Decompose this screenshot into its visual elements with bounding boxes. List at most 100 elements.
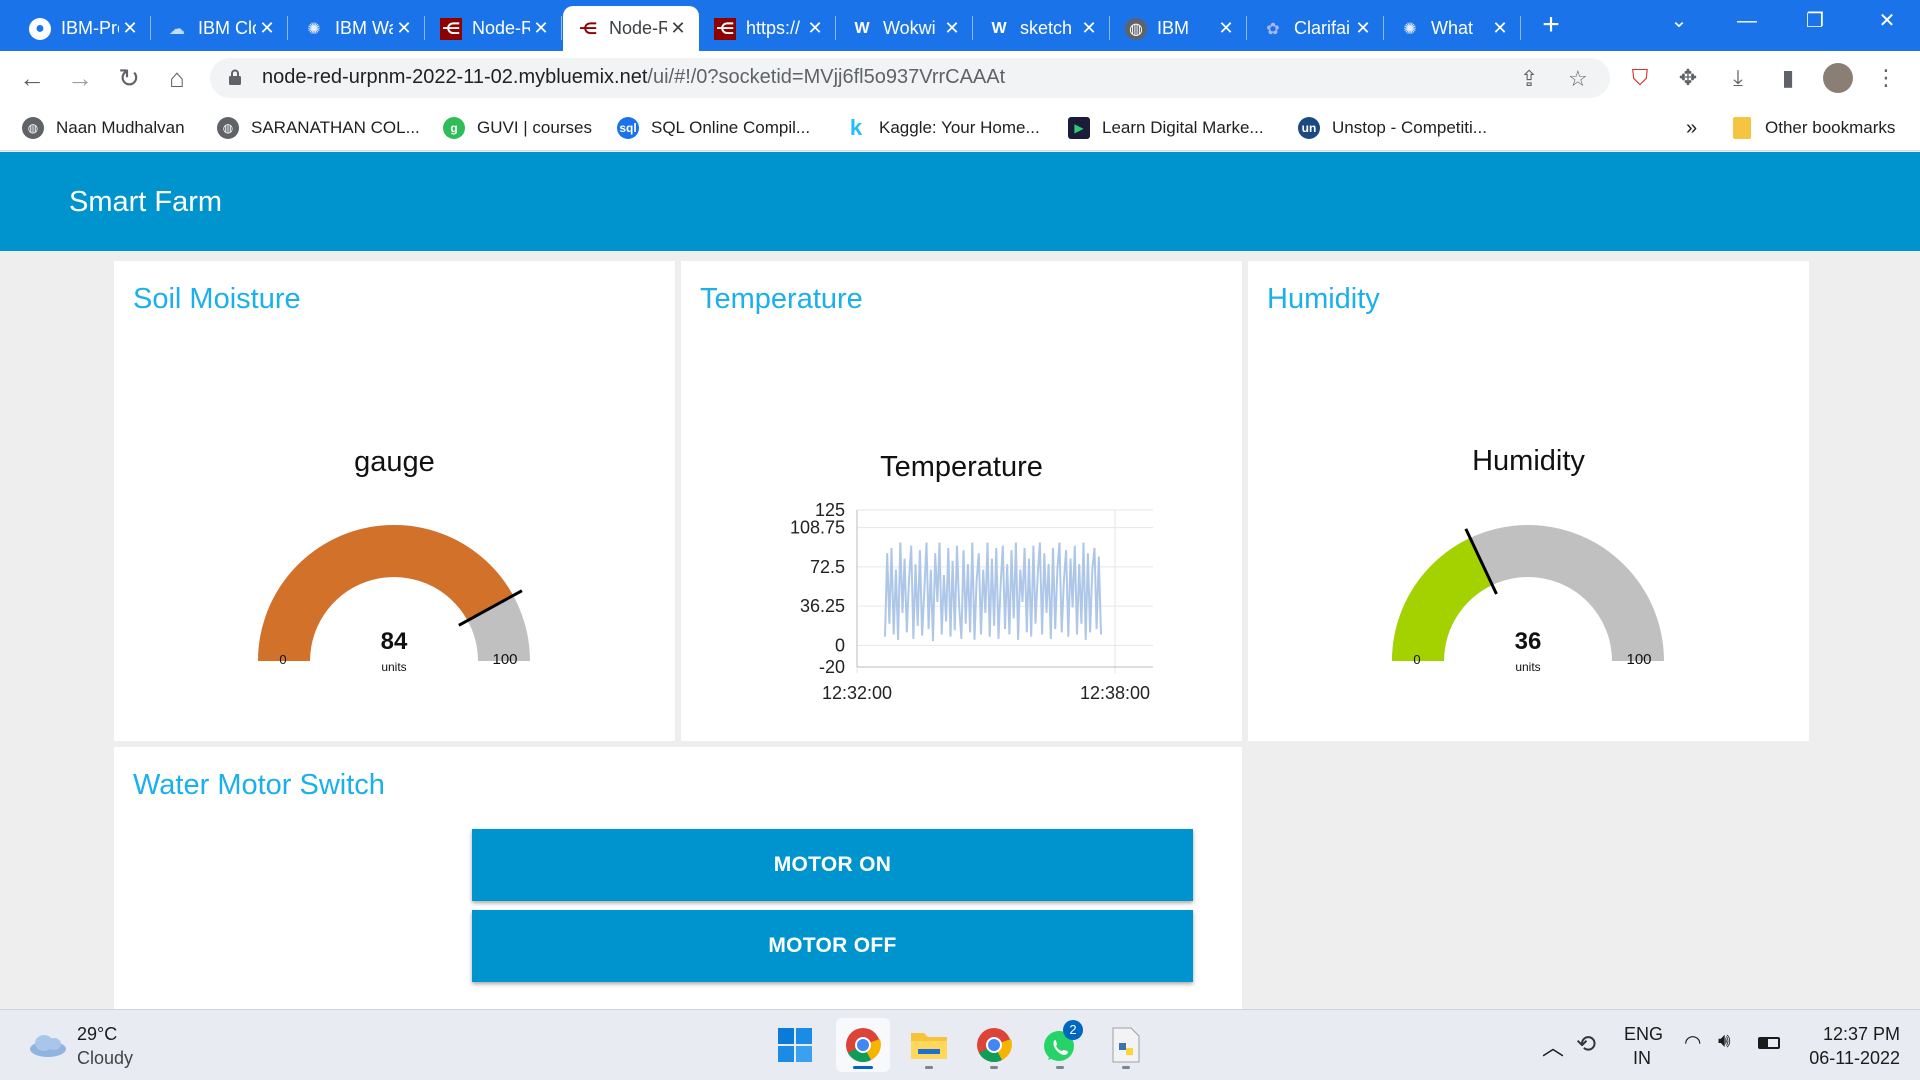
- cloud-icon: [30, 1035, 66, 1057]
- window-close-button[interactable]: ✕: [1862, 0, 1912, 45]
- start-button[interactable]: [768, 1018, 822, 1072]
- taskbar-chrome-profile[interactable]: [967, 1018, 1021, 1072]
- unstop-icon: un: [1298, 117, 1320, 139]
- tab-close-icon[interactable]: ✕: [256, 18, 278, 39]
- more-bookmarks-chevron[interactable]: »: [1686, 115, 1697, 141]
- share-icon[interactable]: ⇪: [1520, 66, 1538, 92]
- other-bookmarks[interactable]: Other bookmarks: [1733, 115, 1895, 141]
- humidity-gauge-max: 100: [1626, 651, 1651, 668]
- tab-close-icon[interactable]: ✕: [393, 18, 415, 39]
- github-icon: ●: [29, 17, 51, 40]
- motor-off-button[interactable]: MOTOR OFF: [472, 910, 1193, 982]
- running-indicator: [1122, 1066, 1130, 1069]
- browser-tab[interactable]: ◍ IBM ✕: [1111, 6, 1247, 51]
- dashboard-body: Soil Moisture gauge 84 units 0 100 Temperat…: [0, 251, 1920, 1009]
- browser-tab[interactable]: ☁ IBM Cloud✕: [152, 6, 288, 51]
- motor-on-button[interactable]: MOTOR ON: [472, 829, 1193, 901]
- battery-icon[interactable]: [1758, 1037, 1780, 1049]
- bookmark-star-icon[interactable]: ☆: [1568, 66, 1588, 92]
- bookmark-item[interactable]: un Unstop - Competiti...: [1298, 115, 1487, 141]
- ibm-cloud-icon: ☁: [169, 20, 185, 38]
- wifi-icon[interactable]: ◠: [1684, 1030, 1701, 1055]
- url-path: /ui/#!/0?socketid=MVjj6fl5o937VrrCAAAt: [647, 66, 1006, 88]
- menu-kebab-icon[interactable]: ⋮: [1868, 60, 1904, 96]
- water-motor-title: Water Motor Switch: [133, 769, 385, 801]
- wokwi-icon: W: [991, 19, 1007, 37]
- tab-title: IBM: [1157, 18, 1190, 38]
- taskbar-python-file[interactable]: [1099, 1018, 1153, 1072]
- y-tick-label: 108.75: [790, 518, 845, 538]
- browser-tab[interactable]: W Wokwi ✕: [837, 6, 973, 51]
- sync-icon[interactable]: ⟲: [1576, 1030, 1596, 1059]
- folder-icon: [911, 1033, 947, 1059]
- browser-tab[interactable]: ⋲ Node-RED✕: [426, 6, 562, 51]
- soil-gauge-min: 0: [279, 652, 286, 667]
- browser-tab[interactable]: ✺ What ✕: [1385, 6, 1521, 51]
- bookmark-item[interactable]: k Kaggle: Your Home...: [845, 115, 1040, 141]
- taskbar-file-explorer[interactable]: [902, 1018, 956, 1072]
- browser-tab[interactable]: ⋲ https://✕: [700, 6, 836, 51]
- tab-close-icon[interactable]: ✕: [1489, 18, 1511, 39]
- extensions-puzzle-icon[interactable]: ✥: [1670, 60, 1706, 96]
- side-panel-icon[interactable]: ▮: [1770, 60, 1806, 96]
- taskbar-chrome[interactable]: [836, 1018, 890, 1072]
- reload-icon[interactable]: ↻: [111, 60, 147, 96]
- minimize-button[interactable]: —: [1722, 0, 1772, 45]
- y-tick-label: -20: [819, 657, 845, 677]
- tab-close-icon[interactable]: ✕: [1078, 18, 1100, 39]
- back-arrow-icon[interactable]: ←: [14, 60, 50, 96]
- node-red-icon: ⋲: [714, 17, 736, 40]
- bookmark-item[interactable]: ▶ Learn Digital Marke...: [1068, 115, 1264, 141]
- tab-title: IBM Cloud: [198, 18, 256, 38]
- bookmark-item[interactable]: ◍ Naan Mudhalvan: [22, 115, 185, 141]
- globe-icon: ◍: [1125, 17, 1147, 40]
- tab-close-icon[interactable]: ✕: [804, 18, 826, 39]
- bookmark-item[interactable]: g GUVI | courses: [443, 115, 592, 141]
- bookmark-label: Naan Mudhalvan: [56, 118, 185, 137]
- browser-tab[interactable]: Wsketch ✕: [974, 6, 1110, 51]
- tab-separator: [835, 16, 836, 40]
- browser-tab[interactable]: ✺ IBM Watson✕: [289, 6, 425, 51]
- tab-close-icon[interactable]: ✕: [941, 18, 963, 39]
- bookmark-item[interactable]: ◍ SARANATHAN COL...: [217, 115, 420, 141]
- browser-tab[interactable]: ✿ Clarifai ✕: [1248, 6, 1384, 51]
- restore-button[interactable]: ❐: [1790, 0, 1840, 45]
- forward-arrow-icon[interactable]: →: [62, 60, 98, 96]
- browser-tab[interactable]: ⋲ Node-RED Dashboard✕: [563, 6, 699, 51]
- tab-search-icon[interactable]: ⌄: [1654, 0, 1704, 45]
- tab-close-icon[interactable]: ✕: [667, 18, 689, 39]
- running-indicator: [853, 1066, 873, 1069]
- taskbar-whatsapp[interactable]: 2: [1033, 1018, 1087, 1072]
- chrome-icon: [977, 1028, 1012, 1062]
- tab-close-icon[interactable]: ✕: [119, 18, 141, 39]
- tab-separator: [424, 16, 425, 40]
- kaggle-icon: k: [849, 115, 863, 140]
- tab-separator: [150, 16, 151, 40]
- other-bookmarks-label: Other bookmarks: [1765, 118, 1896, 137]
- bookmarks-bar: ◍ Naan Mudhalvan ◍ SARANATHAN COL... g GUVI |…: [0, 105, 1920, 151]
- new-tab-button[interactable]: +: [1533, 8, 1569, 44]
- tab-close-icon[interactable]: ✕: [1215, 18, 1237, 39]
- volume-icon[interactable]: 🔊︎: [1718, 1030, 1731, 1053]
- download-icon[interactable]: ⤓: [1720, 60, 1756, 96]
- tab-separator: [287, 16, 288, 40]
- tab-separator: [1520, 16, 1521, 40]
- language-top[interactable]: ENG: [1624, 1024, 1663, 1045]
- extension-shield-icon[interactable]: ⛉: [1622, 60, 1658, 96]
- tab-close-icon[interactable]: ✕: [530, 18, 552, 39]
- profile-avatar[interactable]: [1820, 60, 1856, 96]
- tab-separator: [1246, 16, 1247, 40]
- humidity-gauge-title: Humidity: [1472, 445, 1585, 477]
- humidity-card-title: Humidity: [1267, 283, 1380, 315]
- tray-chevron-icon[interactable]: ︿: [1542, 1030, 1564, 1062]
- bookmark-item[interactable]: sql SQL Online Compil...: [617, 115, 810, 141]
- browser-tab[interactable]: ● IBM-Project-✕: [15, 6, 151, 51]
- browser-tab-strip: ●IBM-Project-✕☁IBM Cloud✕✺IBM Watson✕⋲No…: [0, 0, 1920, 51]
- folder-icon: [1733, 117, 1751, 139]
- tab-close-icon[interactable]: ✕: [1352, 18, 1374, 39]
- clock-time[interactable]: 12:37 PM: [1800, 1024, 1900, 1045]
- home-icon[interactable]: ⌂: [159, 60, 195, 96]
- weather-widget[interactable]: [28, 1032, 68, 1063]
- x-tick-label: 12:38:00: [1080, 683, 1150, 703]
- omnibox[interactable]: node-red-urpnm-2022-11-02.mybluemix.net/…: [210, 58, 1610, 98]
